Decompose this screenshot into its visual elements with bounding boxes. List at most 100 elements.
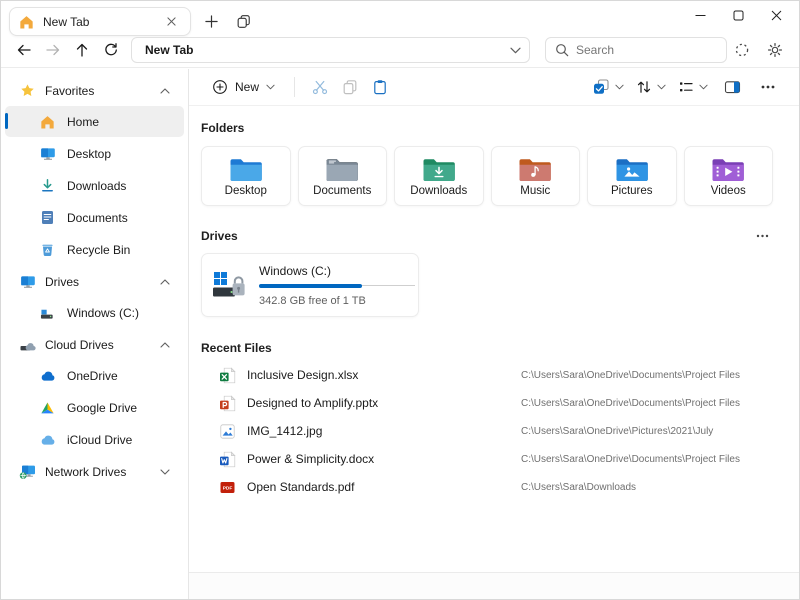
select-menu-button[interactable] [589,73,627,101]
recent-file-row[interactable]: PDF Open Standards.pdf C:\Users\Sara\Dow… [201,473,773,501]
back-arrow-icon [16,42,32,58]
chevron-up-icon[interactable] [160,342,170,348]
sidebar-item-documents[interactable]: Documents [5,202,184,233]
folder-card-videos[interactable]: Videos [684,146,774,206]
recent-file-path: C:\Users\Sara\Downloads [521,482,636,493]
recent-file-path: C:\Users\Sara\OneDrive\Documents\Project… [521,370,740,381]
recent-file-path: C:\Users\Sara\OneDrive\Documents\Project… [521,454,740,465]
sidebar-item-label: Google Drive [67,401,137,415]
forward-arrow-icon [45,42,61,58]
recent-file-name: Inclusive Design.xlsx [247,368,521,382]
sort-menu-button[interactable] [633,73,669,101]
sidebar-item-label: Desktop [67,147,111,161]
drive-usage-fill [259,284,362,288]
close-window-button[interactable] [757,1,795,29]
recent-files-section-title: Recent Files [201,341,272,355]
sidebar-section-drives[interactable]: Drives [5,266,184,297]
refresh-button[interactable] [96,37,125,63]
sidebar-section-network-drives[interactable]: Network Drives [5,456,184,487]
recent-file-row[interactable]: Power & Simplicity.docx C:\Users\Sara\On… [201,445,773,473]
sidebar-item-icloud-drive[interactable]: iCloud Drive [5,424,184,455]
folders-section-title: Folders [201,121,244,135]
pictures-folder-icon [615,156,649,183]
more-options-button[interactable] [753,73,783,101]
forward-button[interactable] [38,37,67,63]
recent-file-row[interactable]: IMG_1412.jpg C:\Users\Sara\OneDrive\Pict… [201,417,773,445]
sidebar-section-favorites[interactable]: Favorites [5,75,184,106]
maximize-button[interactable] [719,1,757,29]
new-button[interactable]: New [203,74,284,100]
recent-files-list: Inclusive Design.xlsx C:\Users\Sara\OneD… [201,361,773,501]
recent-file-name: IMG_1412.jpg [247,424,521,438]
sidebar-item-home[interactable]: Home [5,106,184,137]
search-box[interactable] [545,37,727,63]
cloud-drive-icon [19,338,36,352]
recent-file-name: Open Standards.pdf [247,480,521,494]
folder-card-label: Videos [711,185,746,197]
sidebar-item-label: Recycle Bin [67,243,130,257]
folder-card-music[interactable]: Music [491,146,581,206]
chevron-down-icon [266,84,275,90]
folder-card-label: Downloads [410,185,467,197]
multi-select-icon [592,78,610,96]
recent-file-name: Power & Simplicity.docx [247,452,521,466]
tab-new-tab[interactable]: New Tab [9,7,191,36]
sidebar: Favorites Home Desktop Downloads Documen… [1,69,189,599]
recent-file-row[interactable]: Inclusive Design.xlsx C:\Users\Sara\OneD… [201,361,773,389]
folder-card-label: Documents [313,185,371,197]
navigation-bar: New Tab [1,37,799,68]
window-controls [681,1,795,29]
drives-more-button[interactable] [752,230,773,242]
settings-button[interactable] [760,37,789,63]
svg-text:PDF: PDF [223,485,233,491]
google-drive-icon [39,401,56,415]
drive-card-windows-c[interactable]: Windows (C:) 342.8 GB free of 1 TB [201,253,419,317]
view-menu-button[interactable] [675,73,711,101]
copy-button[interactable] [335,73,365,101]
sidebar-item-label: Documents [67,211,128,225]
folder-card-documents[interactable]: Documents [298,146,388,206]
folder-card-desktop[interactable]: Desktop [201,146,291,206]
sidebar-item-windows-c[interactable]: Windows (C:) [5,297,184,328]
paste-button[interactable] [365,73,395,101]
image-file-icon [219,423,236,440]
sidebar-item-onedrive[interactable]: OneDrive [5,360,184,391]
cut-button[interactable] [305,73,335,101]
chevron-up-icon[interactable] [160,279,170,285]
sidebar-item-downloads[interactable]: Downloads [5,170,184,201]
powerpoint-file-icon [219,395,236,412]
up-button[interactable] [67,37,96,63]
folder-card-pictures[interactable]: Pictures [587,146,677,206]
back-button[interactable] [9,37,38,63]
details-pane-icon [724,79,741,95]
folder-card-downloads[interactable]: Downloads [394,146,484,206]
sidebar-item-google-drive[interactable]: Google Drive [5,392,184,423]
recent-file-row[interactable]: Designed to Amplify.pptx C:\Users\Sara\O… [201,389,773,417]
address-text: New Tab [145,43,193,57]
select-region-button[interactable] [727,37,756,63]
chevron-up-icon[interactable] [160,88,170,94]
home-icon [19,15,34,29]
folders-grid: Desktop Documents Downloads Music [201,146,773,206]
sidebar-item-desktop[interactable]: Desktop [5,138,184,169]
sidebar-section-cloud-drives[interactable]: Cloud Drives [5,329,184,360]
folder-card-label: Desktop [225,185,267,197]
tab-close-button[interactable] [161,12,181,32]
details-pane-button[interactable] [717,73,747,101]
chevron-down-icon[interactable] [160,469,170,475]
sort-icon [636,79,652,95]
address-bar[interactable]: New Tab [131,37,530,63]
music-folder-icon [518,156,552,183]
minimize-button[interactable] [681,1,719,29]
tab-bar: New Tab [1,1,799,37]
chevron-down-icon[interactable] [510,47,521,54]
new-tab-button[interactable] [197,8,225,36]
search-input[interactable] [576,43,717,57]
duplicate-tab-button[interactable] [229,8,257,36]
documents-folder-icon [325,156,359,183]
drive-usage-bar [259,284,415,288]
refresh-icon [103,42,119,58]
sidebar-item-recycle-bin[interactable]: Recycle Bin [5,234,184,265]
chevron-down-icon [657,84,666,90]
star-icon [19,83,36,98]
